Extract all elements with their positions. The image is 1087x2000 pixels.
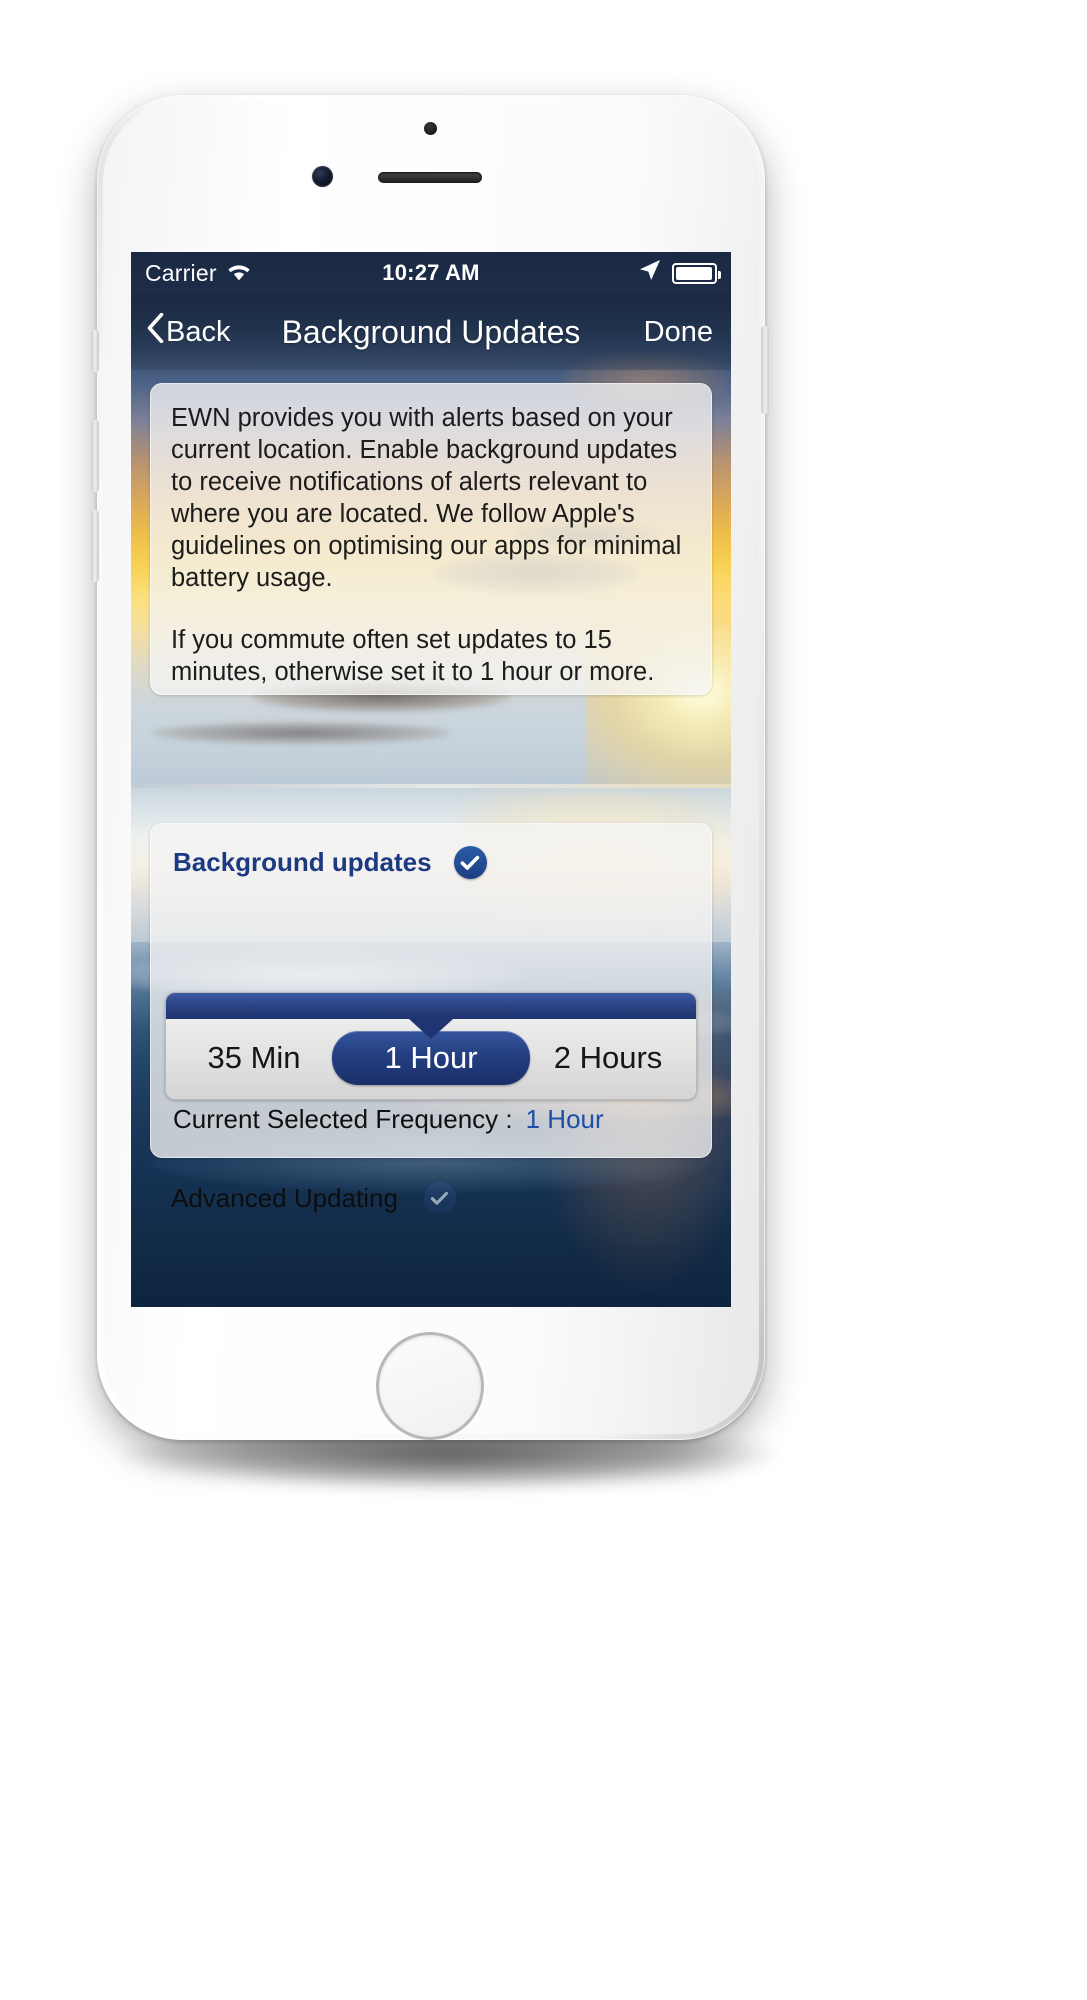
home-button[interactable] <box>376 1332 484 1440</box>
check-circle-icon[interactable] <box>453 846 487 879</box>
segmented-control-pointer <box>409 1019 453 1039</box>
advanced-updating-label: Advanced Updating <box>171 1182 398 1213</box>
segment-option-2-hours[interactable]: 2 Hours <box>530 1031 686 1085</box>
segmented-control-header <box>166 993 696 1039</box>
current-frequency-row: Current Selected Frequency : 1 Hour <box>173 1104 689 1135</box>
volume-up-button[interactable] <box>91 420 99 492</box>
proximity-sensor <box>424 122 437 135</box>
back-button[interactable]: Back <box>147 312 231 351</box>
info-card: EWN provides you with alerts based on yo… <box>150 383 712 695</box>
advanced-updating-row[interactable]: Advanced Updating <box>171 1182 456 1214</box>
back-button-label: Back <box>166 315 231 348</box>
volume-down-button[interactable] <box>91 510 99 582</box>
settings-card: Background updates 35 Min 1 Hour 2 Hours… <box>150 823 712 1158</box>
screenshot-stage: Carrier 10:27 AM Back Background Updates… <box>0 0 1087 2000</box>
mute-switch[interactable] <box>91 330 99 372</box>
current-frequency-value: 1 Hour <box>525 1104 604 1134</box>
frequency-segmented-control[interactable]: 35 Min 1 Hour 2 Hours <box>165 992 697 1100</box>
background-updates-label: Background updates <box>173 847 432 877</box>
done-button[interactable]: Done <box>644 316 713 349</box>
info-paragraph-2: If you commute often set updates to 15 m… <box>171 626 655 686</box>
battery-icon <box>672 262 721 284</box>
earpiece-speaker <box>378 172 482 183</box>
status-bar-left: Carrier <box>145 260 252 287</box>
segment-option-1-hour[interactable]: 1 Hour <box>332 1031 530 1085</box>
status-bar-right <box>638 258 721 288</box>
wifi-icon <box>226 260 252 287</box>
info-paragraph-1: EWN provides you with alerts based on yo… <box>171 404 682 592</box>
background-updates-row[interactable]: Background updates <box>151 824 711 879</box>
segment-option-35-min[interactable]: 35 Min <box>176 1031 332 1085</box>
navigation-bar: Back Background Updates Done <box>131 294 731 370</box>
carrier-label: Carrier <box>145 259 217 286</box>
front-camera <box>312 166 333 187</box>
check-circle-icon[interactable] <box>423 1182 456 1214</box>
location-arrow-icon <box>638 258 662 288</box>
page-content: EWN provides you with alerts based on yo… <box>131 370 731 1307</box>
current-frequency-label: Current Selected Frequency : <box>173 1104 513 1134</box>
chevron-left-icon <box>147 312 164 351</box>
status-bar: Carrier 10:27 AM <box>131 252 731 294</box>
phone-screen: Carrier 10:27 AM Back Background Updates… <box>131 252 731 1307</box>
power-button[interactable] <box>761 326 769 414</box>
